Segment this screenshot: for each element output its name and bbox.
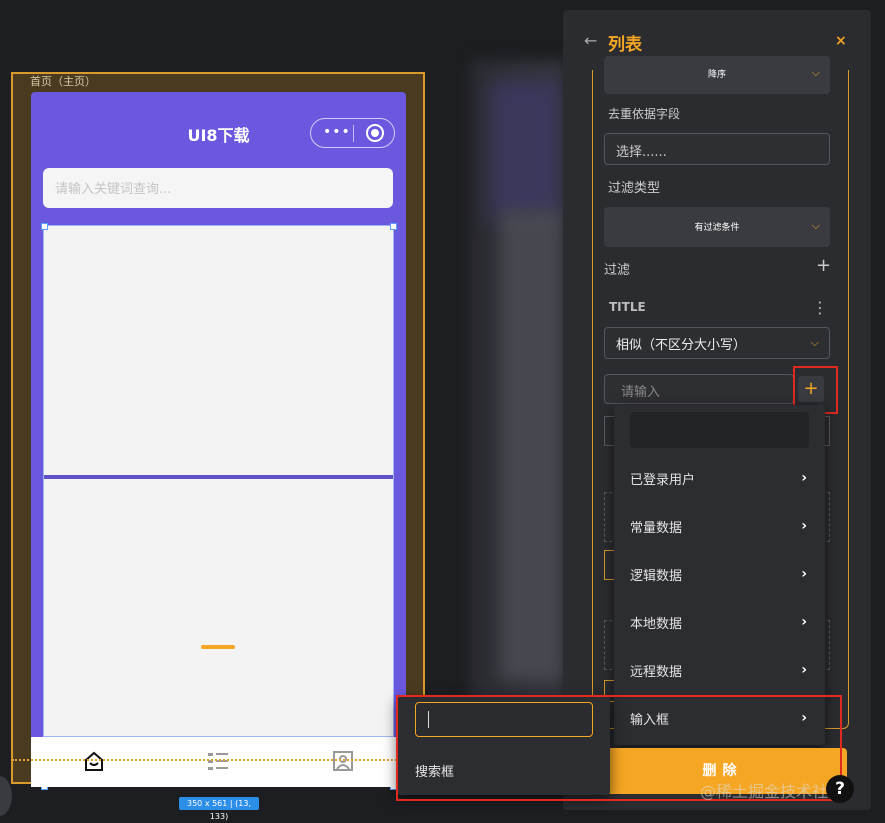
profile-icon[interactable] (332, 750, 354, 772)
menu-item-logged-in-user[interactable]: 已登录用户 › (614, 454, 825, 502)
page-label: 首页（主页） (30, 75, 96, 88)
menu-item-label: 远程数据 (630, 664, 683, 680)
home-icon[interactable] (83, 750, 105, 772)
match-mode-select[interactable]: 相似（不区分大小写） ⌵ (604, 327, 830, 359)
menu-search-input[interactable] (630, 412, 809, 448)
loading-indicator (201, 645, 235, 649)
dedupe-field-select[interactable]: 选择...... (604, 133, 830, 165)
mini-program-capsule: ••• (310, 118, 395, 148)
menu-item-label: 逻辑数据 (630, 568, 683, 584)
chevron-right-icon: › (801, 614, 807, 630)
filter-value-input[interactable]: 请输入 (604, 374, 794, 404)
filter-type-label: 过滤类型 (608, 181, 661, 196)
filter-type-select[interactable]: 有过滤条件 ⌵ (604, 207, 830, 247)
menu-item-remote-data[interactable]: 远程数据 › (614, 646, 825, 694)
guide-line (12, 759, 424, 761)
menu-item-label: 已登录用户 (630, 472, 696, 488)
match-mode-value: 相似（不区分大小写） (616, 338, 747, 353)
menu-item-local-data[interactable]: 本地数据 › (614, 598, 825, 646)
watermark: @稀土掘金技术社区 (700, 782, 845, 801)
size-tag: 350 x 561 | (13, 133) (179, 797, 259, 821)
sort-value: 降序 (707, 70, 726, 80)
close-target-icon (366, 124, 384, 142)
list-component[interactable] (43, 225, 394, 737)
capsule-divider (353, 125, 354, 142)
panel-title: 列表 (608, 35, 642, 55)
filter-type-value: 有过滤条件 (694, 223, 740, 233)
menu-item-label: 常量数据 (630, 520, 683, 536)
list-icon[interactable] (207, 751, 229, 771)
menu-item-logic-data[interactable]: 逻辑数据 › (614, 550, 825, 598)
list-divider (44, 475, 393, 479)
close-icon[interactable]: × (835, 33, 847, 49)
chevron-right-icon: › (801, 662, 807, 678)
menu-item-label: 本地数据 (630, 616, 683, 632)
chevron-down-icon: ⌵ (810, 336, 819, 349)
sort-select[interactable]: 降序 ⌵ (604, 56, 830, 94)
resize-handle[interactable] (390, 223, 397, 230)
chevron-down-icon: ⌵ (811, 219, 820, 232)
blurred-background (490, 80, 560, 220)
dedupe-label: 去重依据字段 (608, 107, 681, 121)
menu-item-constant-data[interactable]: 常量数据 › (614, 502, 825, 550)
filter-field-name: TITLE (609, 300, 646, 314)
more-dots-icon: ••• (323, 124, 351, 140)
add-filter-icon[interactable]: + (816, 255, 831, 276)
blurred-background (500, 210, 562, 680)
help-icon[interactable]: ? (826, 775, 854, 803)
resize-handle[interactable] (41, 223, 48, 230)
back-arrow-icon[interactable]: ← (584, 31, 597, 50)
chevron-right-icon: › (801, 566, 807, 582)
filter-label: 过滤 (604, 263, 631, 278)
chevron-right-icon: › (801, 518, 807, 534)
more-vertical-icon[interactable]: ⋮ (812, 298, 828, 317)
chevron-right-icon: › (801, 470, 807, 486)
tab-bar (31, 737, 406, 787)
search-input[interactable]: 请输入关键词查询... (43, 168, 393, 208)
chevron-down-icon: ⌵ (811, 66, 820, 79)
